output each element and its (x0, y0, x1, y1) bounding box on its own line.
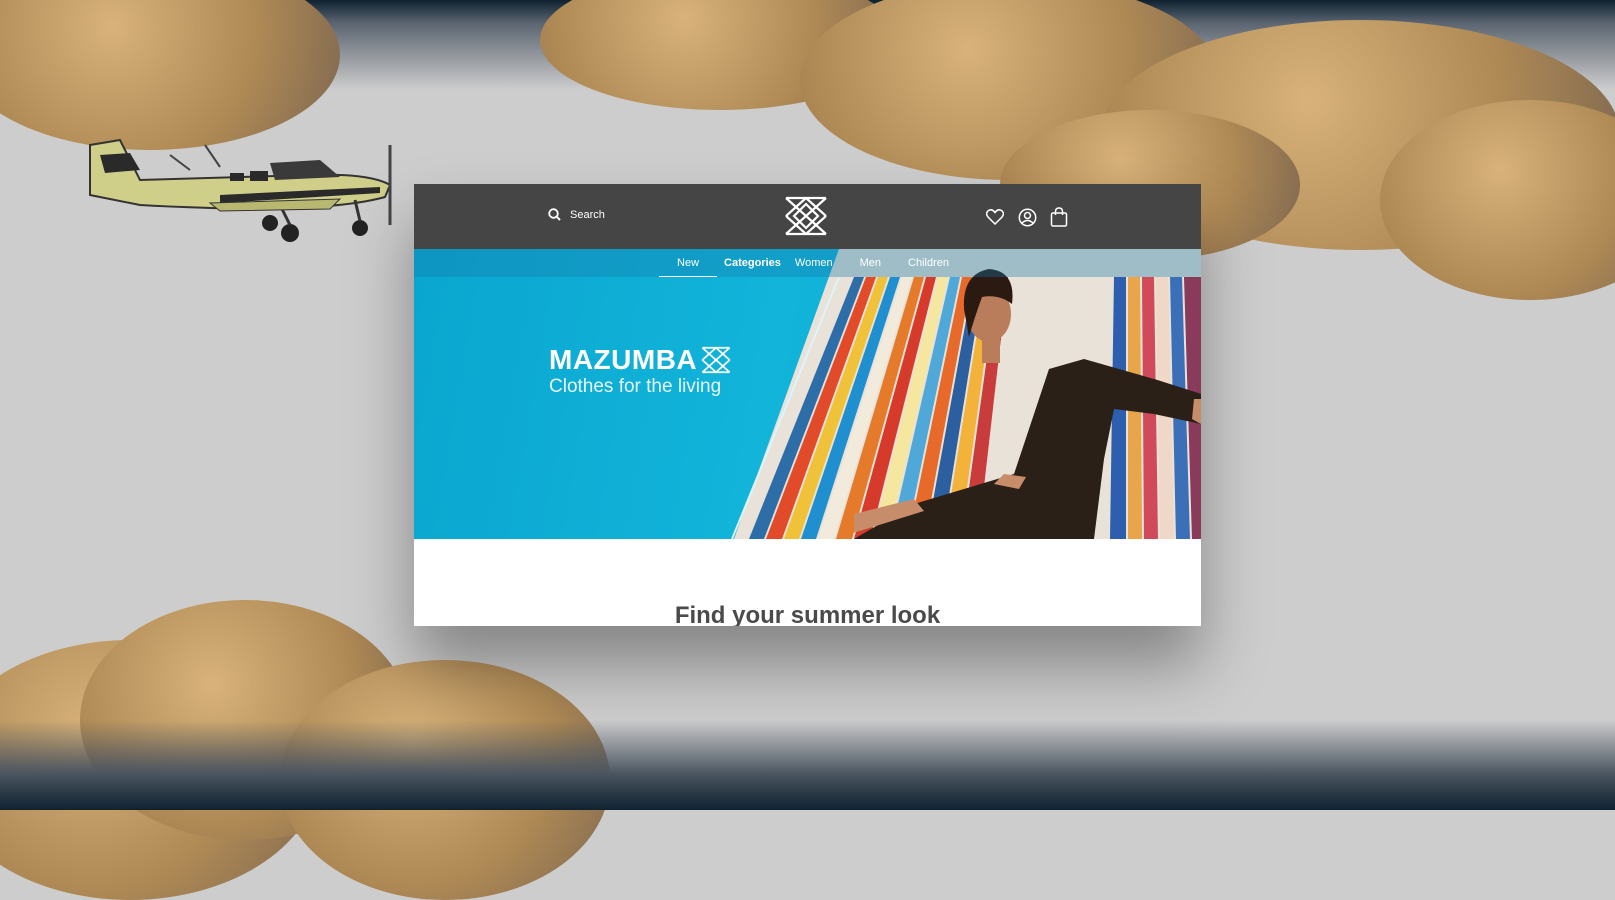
sky-bottom-shade (0, 720, 1615, 810)
main-nav: New Categories Women Men Children (414, 249, 1201, 277)
section-title: Find your summer look (674, 602, 941, 626)
hero-banner: New Categories Women Men Children MAZUMB… (414, 249, 1201, 539)
site-header: Search (414, 184, 1201, 249)
airplane-image (89, 138, 392, 242)
search-placeholder: Search (570, 208, 605, 221)
account-icon[interactable] (1016, 206, 1038, 228)
search-icon (548, 208, 561, 221)
bag-icon[interactable] (1048, 206, 1070, 228)
hero-brand: MAZUMBA Clothes for the living (549, 344, 731, 398)
nav-item-women[interactable]: Women (788, 249, 853, 277)
nav-item-categories[interactable]: Categories (717, 249, 788, 277)
website-preview: Search New Categories Women Men Children… (414, 184, 1201, 626)
nav-item-men[interactable]: Men (853, 249, 901, 277)
header-actions (984, 206, 1070, 228)
brand-name: MAZUMBA (549, 344, 698, 375)
brand-mark-icon (701, 346, 731, 374)
heart-icon[interactable] (984, 206, 1006, 228)
nav-item-new[interactable]: New (659, 249, 718, 277)
model-photo (854, 269, 1201, 539)
hero-tagline: Clothes for the living (549, 376, 722, 397)
brand-logo[interactable] (784, 196, 828, 236)
hero-brand-title: MAZUMBA (549, 344, 731, 376)
search-box[interactable]: Search (548, 208, 605, 221)
nav-item-children[interactable]: Children (901, 249, 956, 277)
